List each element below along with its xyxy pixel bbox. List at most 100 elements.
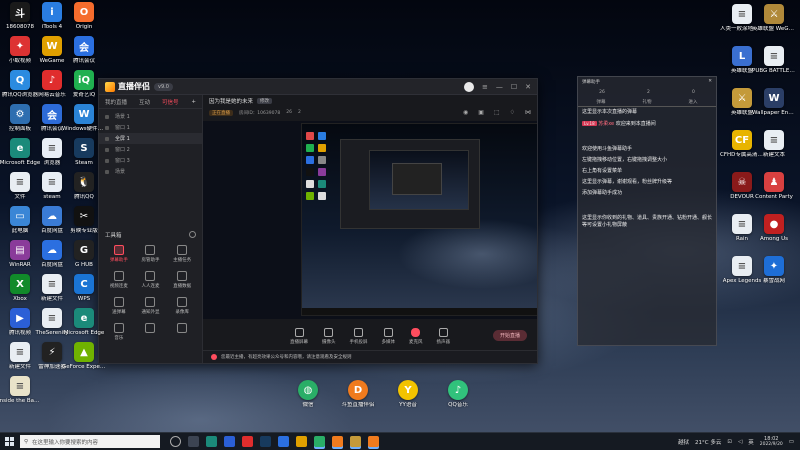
source-icon: [324, 327, 334, 337]
app-icon: ♪: [42, 70, 62, 90]
menu-icon[interactable]: ≡: [482, 83, 488, 91]
scene-item[interactable]: 全屏 1: [99, 133, 202, 144]
start-live-button[interactable]: 开始直播: [493, 330, 527, 341]
desktop-icon[interactable]: ♟ Content Party: [754, 172, 794, 214]
notification-icon[interactable]: ▭: [789, 439, 794, 445]
taskbar-search[interactable]: ⚲ 在这里输入你要搜索的内容: [20, 435, 160, 448]
tab-danmu[interactable]: 弹幕: [597, 99, 606, 105]
edge-icon[interactable]: [206, 436, 217, 447]
task-view-icon[interactable]: [188, 436, 199, 447]
desktop-icon[interactable]: ● Among Us: [754, 214, 794, 256]
douyu-icon[interactable]: [332, 436, 343, 447]
source-label: 摄像头: [322, 339, 336, 345]
toolbox-item[interactable]: 通知外显: [135, 297, 167, 315]
scene-item[interactable]: 窗口 2: [99, 144, 202, 155]
toolbox-item[interactable]: 人人连麦: [135, 271, 167, 289]
tab-gift[interactable]: 礼物: [643, 99, 652, 105]
desktop-icon[interactable]: ▲ GeForce Experience: [62, 342, 106, 384]
toolbox-item[interactable]: 送弹幕: [103, 297, 135, 315]
toolbox-item[interactable]: 弹幕助手: [103, 245, 135, 263]
desktop-icon[interactable]: ◍ 微信: [288, 380, 328, 422]
source-button[interactable]: 扬声器: [437, 327, 450, 345]
share-icon[interactable]: ⋈: [525, 109, 531, 116]
avatar[interactable]: [463, 81, 474, 92]
cortana-icon[interactable]: [170, 436, 181, 447]
toolbox-item[interactable]: 录像库: [166, 297, 198, 315]
netease-icon[interactable]: [242, 436, 253, 447]
folder-icon[interactable]: ▣: [478, 109, 484, 116]
tab-interact[interactable]: 互动: [139, 98, 150, 106]
tray-label[interactable]: 越狱: [678, 438, 689, 446]
lol-icon[interactable]: [350, 436, 361, 447]
scene-item[interactable]: 场景 1: [99, 111, 202, 122]
desktop-icon[interactable]: ≡ PUBG BATTLEGR...: [752, 46, 796, 88]
bell-icon[interactable]: ♢: [510, 109, 515, 116]
desktop-icon[interactable]: ✦ 暴雪战网: [754, 256, 794, 298]
scene-visibility-icon[interactable]: [105, 147, 109, 152]
app-logo: 直播伴侣: [105, 81, 150, 92]
tab-signal[interactable]: 可信号: [162, 98, 179, 106]
source-button[interactable]: 多媒体: [382, 327, 395, 345]
store-icon[interactable]: [224, 436, 235, 447]
desktop-icon[interactable]: Y YY语音: [388, 380, 428, 422]
maximize-icon[interactable]: ☐: [511, 83, 517, 91]
volume-icon[interactable]: ◁: [738, 439, 742, 445]
room-id: 房间ID：10639078: [239, 110, 281, 116]
meeting-icon[interactable]: [278, 436, 289, 447]
record-icon[interactable]: ◉: [463, 109, 468, 116]
scene-label: 全屏 1: [115, 136, 130, 142]
folder-icon[interactable]: [296, 436, 307, 447]
network-icon[interactable]: ⊡: [727, 439, 732, 445]
close-icon[interactable]: ✕: [708, 79, 712, 85]
steam-icon[interactable]: [260, 436, 271, 447]
close-icon[interactable]: ✕: [525, 83, 531, 91]
scene-label: 场景 1: [115, 114, 130, 120]
desktop-icon[interactable]: ≡ 新建文本: [754, 130, 794, 172]
desktop-icon[interactable]: ♪ QQ音乐: [438, 380, 478, 422]
scene-visibility-icon[interactable]: [105, 169, 109, 174]
source-button[interactable]: 摄像头: [322, 327, 336, 345]
toolbox-settings-icon[interactable]: [189, 231, 196, 238]
toolbox-item[interactable]: 视频连麦: [103, 271, 135, 289]
toolbox-item[interactable]: [166, 323, 198, 341]
toolbox-item[interactable]: 音乐: [103, 323, 135, 341]
source-button[interactable]: 麦克风: [409, 327, 423, 345]
source-button[interactable]: 手机投屏: [350, 327, 368, 345]
scene-item[interactable]: 窗口 1: [99, 122, 202, 133]
scene-visibility-icon[interactable]: [105, 136, 109, 141]
danmu-assistant-window[interactable]: 弹幕助手 ✕ 26 2 0 弹幕 礼物 进入 这里显示本次直播的弹幕 Lv.18 …: [577, 76, 717, 346]
chat-text: 右上角有设置菜单: [582, 168, 623, 174]
toolbox-item[interactable]: 房管助手: [135, 245, 167, 263]
chat-titlebar[interactable]: 弹幕助手 ✕: [578, 77, 716, 87]
scene-visibility-icon[interactable]: [105, 114, 109, 119]
desktop-icon[interactable]: ≡ Inside the Backrooms: [0, 376, 42, 418]
desktop-icon[interactable]: W Wallpaper Engine: ...: [752, 88, 796, 130]
desktop-icon[interactable]: ⚔ 英雄联盟 WeGame版: [752, 4, 796, 46]
desktop-icon-label: Origin: [75, 24, 93, 30]
desktop-icon-label: GeForce Experience: [62, 364, 106, 370]
app-icon: L: [732, 46, 752, 66]
ime-indicator[interactable]: 英: [748, 438, 754, 446]
chat-username[interactable]: 苏柔xe: [598, 121, 614, 127]
gift-icon[interactable]: ⬚: [494, 109, 500, 116]
toolbox-item[interactable]: 直播数据: [166, 271, 198, 289]
scene-item[interactable]: 场景: [99, 166, 202, 177]
source-button[interactable]: 直播屏幕: [290, 327, 308, 345]
live-preview[interactable]: [203, 121, 537, 319]
tab-enter[interactable]: 进入: [689, 99, 698, 105]
minimize-icon[interactable]: —: [496, 83, 503, 91]
toolbox-item[interactable]: [135, 323, 167, 341]
edit-title-button[interactable]: 修改: [257, 98, 273, 104]
wechat-icon[interactable]: [314, 436, 325, 447]
clock[interactable]: 18:02 2022/9/20: [760, 436, 783, 448]
streaming-app-icon[interactable]: [368, 436, 379, 447]
desktop-icon[interactable]: D 斗鱼直播伴侣: [338, 380, 378, 422]
toolbox-item[interactable]: 主播任务: [166, 245, 198, 263]
weather[interactable]: 21°C 多云: [695, 438, 721, 446]
start-button[interactable]: [0, 437, 18, 446]
app-titlebar[interactable]: 直播伴侣 v9.0 ≡ — ☐ ✕: [99, 79, 537, 95]
tab-my-live[interactable]: 我的直播: [105, 98, 127, 106]
scene-item[interactable]: 窗口 3: [99, 155, 202, 166]
app-icon: ✂: [74, 206, 94, 226]
add-scene-icon[interactable]: +: [191, 99, 196, 105]
